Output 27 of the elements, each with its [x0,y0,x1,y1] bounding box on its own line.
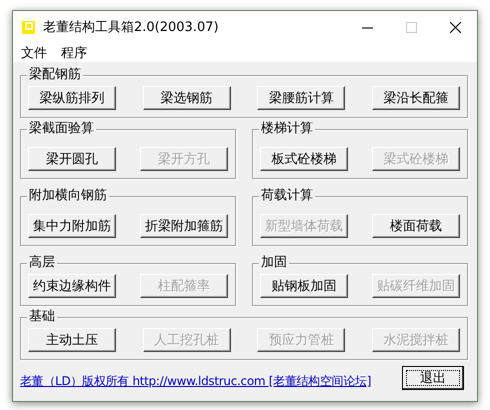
group-title: 加固 [259,255,289,271]
close-icon[interactable] [450,22,460,32]
group-title: 高层 [27,255,57,271]
group-title: 基础 [27,309,57,325]
group-title: 附加横向钢筋 [27,188,109,204]
group-title: 楼梯计算 [259,121,315,137]
tool-button[interactable]: 主动土压 [28,328,116,352]
tool-button[interactable]: 集中力附加筋 [28,214,116,238]
group-title: 梁截面验算 [27,121,96,137]
tool-button[interactable]: 约束边缘构件 [28,274,116,298]
app-icon [22,20,35,34]
menu-item[interactable]: 文件 [19,44,49,62]
website-link[interactable]: 老董（LD）版权所有 http://www.ldstruc.com [老董结构空间论坛] [20,373,372,390]
tool-button[interactable]: 折梁附加箍筋 [140,214,228,238]
tool-button[interactable]: 贴钢板加固 [260,274,348,298]
window-title: 老董结构工具箱2.0(2003.07) [43,19,220,36]
tool-button[interactable]: 梁选钢筋 [142,86,231,110]
exit-button[interactable]: 退出 [402,366,464,390]
tool-button[interactable]: 板式砼楼梯 [260,147,348,171]
tool-button[interactable]: 梁开圆孔 [28,147,116,171]
tool-button[interactable]: 梁纵筋排列 [28,86,116,110]
tool-button[interactable]: 梁腰筋计算 [257,86,346,110]
tool-button[interactable]: 楼面荷载 [372,214,460,238]
group-title: 梁配钢筋 [27,67,83,83]
tool-button[interactable]: 梁沿长配箍 [372,86,460,110]
group-title: 荷载计算 [259,188,315,204]
menu-item[interactable]: 程序 [59,44,89,62]
